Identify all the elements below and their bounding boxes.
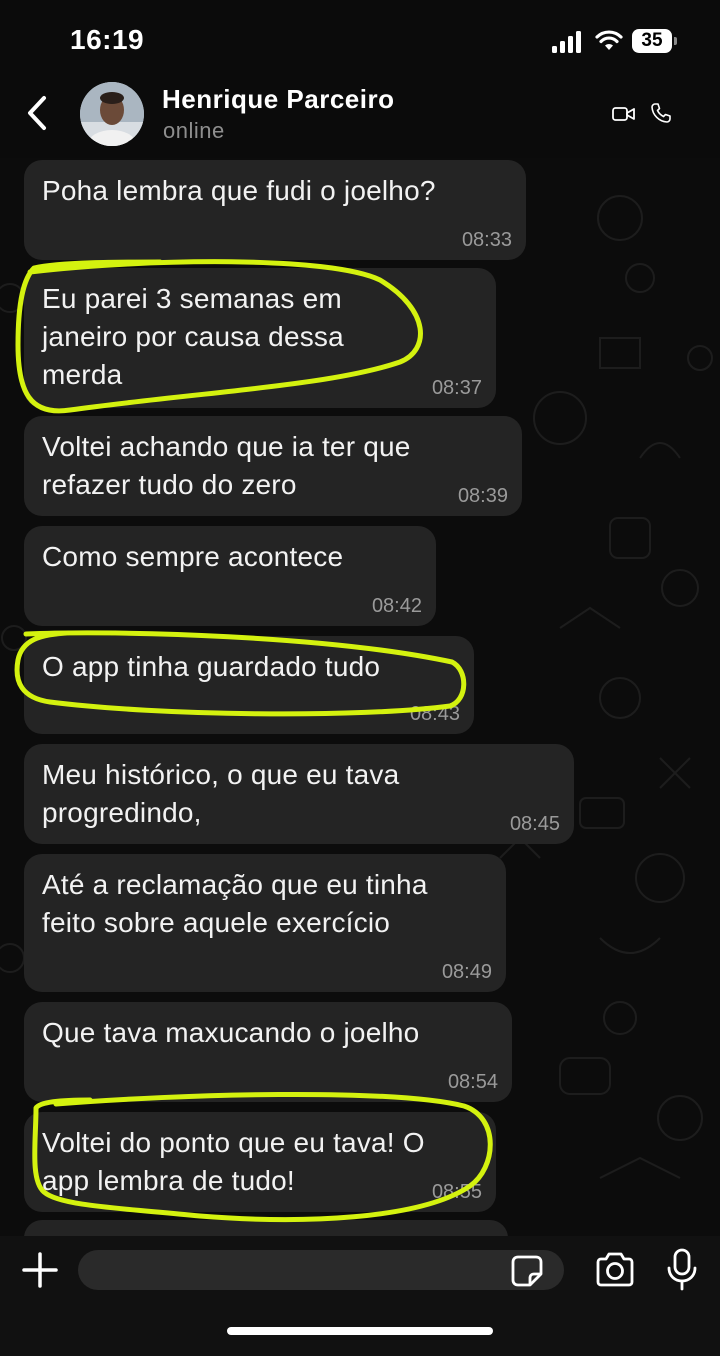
message-bubble[interactable]: Que tava maxucando o joelho 08:54 — [24, 1002, 512, 1102]
contact-name[interactable]: Henrique Parceiro — [162, 84, 394, 115]
message-time: 08:42 — [371, 595, 422, 617]
message-text: Poha lembra que fudi o joelho? — [42, 175, 436, 206]
signal-icon — [552, 31, 581, 53]
message-bubble[interactable]: Poha lembra que fudi o joelho? 08:33 — [24, 160, 526, 260]
battery-icon: 35 — [632, 29, 678, 53]
message-text: O app tinha guardado tudo — [42, 651, 381, 682]
back-chevron-icon[interactable] — [18, 88, 58, 138]
message-bubble[interactable]: Até a reclamação que eu tinha feito sobr… — [24, 854, 506, 992]
message-text: Até a reclamação que eu tinha feito sobr… — [42, 869, 428, 938]
wifi-icon — [595, 30, 623, 50]
message-bubble[interactable]: Voltei achando que ia ter que refazer tu… — [24, 416, 522, 516]
message-time: 08:49 — [441, 961, 492, 983]
message-bubble[interactable]: Voltei do ponto que eu tava! O app lembr… — [24, 1112, 496, 1212]
battery-tip — [674, 37, 677, 45]
message-text: Como sempre acontece — [42, 541, 344, 572]
sticker-icon[interactable] — [510, 1254, 544, 1288]
microphone-icon[interactable] — [666, 1248, 698, 1292]
message-time: 08:37 — [431, 377, 482, 399]
message-bubble[interactable]: O app tinha guardado tudo 08:43 — [24, 636, 474, 734]
message-time: 08:55 — [431, 1181, 482, 1203]
message-bubble[interactable]: Meu histórico, o que eu tava progredindo… — [24, 744, 574, 844]
status-bar: 16:19 35 — [0, 0, 720, 80]
camera-icon[interactable] — [594, 1252, 636, 1288]
input-bar — [0, 1236, 720, 1356]
phone-icon[interactable] — [650, 102, 672, 124]
plus-icon[interactable] — [20, 1250, 60, 1290]
video-camera-icon[interactable] — [612, 104, 636, 124]
message-text: Eu parei 3 semanas em janeiro por causa … — [42, 283, 344, 390]
message-text: Meu histórico, o que eu tava progredindo… — [42, 759, 400, 828]
status-time: 16:19 — [70, 24, 145, 55]
battery-level: 35 — [641, 30, 663, 51]
message-input[interactable] — [78, 1250, 564, 1290]
home-indicator[interactable] — [227, 1327, 493, 1335]
chat-header: Henrique Parceiro online — [0, 80, 720, 158]
message-text: Voltei do ponto que eu tava! O app lembr… — [42, 1127, 425, 1196]
message-time: 08:33 — [461, 229, 512, 251]
message-bubble[interactable]: Como sempre acontece 08:42 — [24, 526, 436, 626]
chat-area[interactable]: Poha lembra que fudi o joelho? 08:33 Eu … — [0, 158, 720, 1236]
message-bubble-partial[interactable] — [24, 1220, 508, 1236]
avatar[interactable] — [80, 82, 144, 146]
message-text: Voltei achando que ia ter que refazer tu… — [42, 431, 411, 500]
message-time: 08:43 — [409, 703, 460, 725]
contact-status: online — [163, 118, 225, 143]
avatar-photo — [80, 82, 144, 146]
message-bubble[interactable]: Eu parei 3 semanas em janeiro por causa … — [24, 268, 496, 408]
message-text: Que tava maxucando o joelho — [42, 1017, 420, 1048]
message-time: 08:45 — [509, 813, 560, 835]
message-time: 08:54 — [447, 1071, 498, 1093]
message-time: 08:39 — [457, 485, 508, 507]
